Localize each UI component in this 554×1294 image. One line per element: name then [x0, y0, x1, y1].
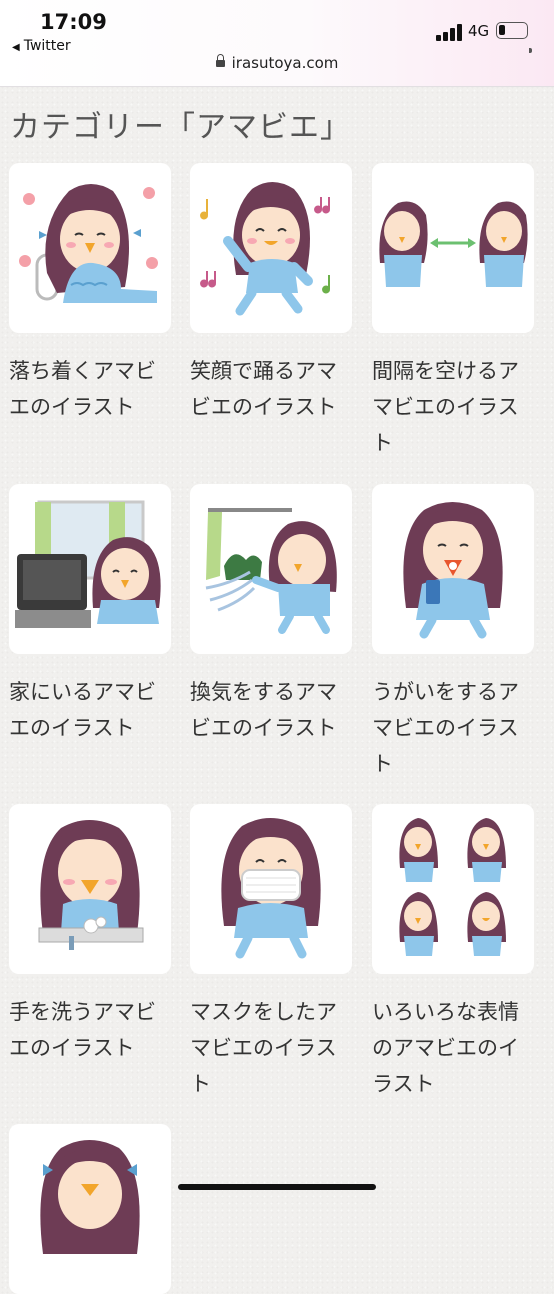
back-to-app-link[interactable]: ◀ Twitter: [12, 38, 71, 54]
battery-icon: [496, 22, 532, 53]
amabie-illustration[interactable]: [190, 484, 352, 654]
status-time: 17:09: [40, 10, 107, 34]
home-indicator[interactable]: [178, 1184, 376, 1190]
signal-strength-icon: [436, 24, 464, 41]
item-caption[interactable]: 手を洗うアマビエのイラスト: [9, 994, 171, 1066]
address-bar[interactable]: irasutoya.com: [0, 54, 554, 72]
back-app-label: Twitter: [23, 38, 71, 54]
item-caption[interactable]: うがいをするアマビエのイラスト: [372, 674, 534, 782]
item-card[interactable]: うがいをするアマビエのイラスト: [372, 484, 534, 782]
item-caption[interactable]: マスクをしたアマビエのイラスト: [190, 994, 352, 1102]
back-arrow-icon: ◀: [12, 42, 20, 53]
url-text: irasutoya.com: [231, 54, 339, 72]
item-caption[interactable]: いろいろな表情のアマビエのイラスト: [372, 994, 534, 1102]
amabie-illustration[interactable]: [9, 484, 171, 654]
item-card[interactable]: いろいろな表情のアマビエのイラスト: [372, 804, 534, 1102]
lock-icon: [215, 54, 225, 67]
item-card[interactable]: 換気をするアマビエのイラスト: [190, 484, 352, 746]
item-card[interactable]: 笑顔で踊るアマビエのイラスト: [190, 163, 352, 425]
amabie-illustration[interactable]: [190, 804, 352, 974]
amabie-illustration[interactable]: [372, 804, 534, 974]
item-card[interactable]: 手を洗うアマビエのイラスト: [9, 804, 171, 1066]
network-type: 4G: [468, 22, 490, 40]
item-caption[interactable]: 落ち着くアマビエのイラスト: [9, 353, 171, 425]
item-card[interactable]: [9, 1124, 171, 1294]
item-caption[interactable]: 家にいるアマビエのイラスト: [9, 674, 171, 746]
amabie-illustration[interactable]: [190, 163, 352, 333]
item-card[interactable]: マスクをしたアマビエのイラスト: [190, 804, 352, 1102]
amabie-illustration[interactable]: [9, 1124, 171, 1294]
status-bar: 17:09 ◀ Twitter 4G irasutoya.com: [0, 0, 554, 87]
amabie-illustration[interactable]: [9, 804, 171, 974]
item-card[interactable]: 家にいるアマビエのイラスト: [9, 484, 171, 746]
item-caption[interactable]: 笑顔で踊るアマビエのイラスト: [190, 353, 352, 425]
page-title: カテゴリー「アマビエ」: [10, 110, 351, 145]
item-caption[interactable]: 間隔を空けるアマビエのイラスト: [372, 353, 534, 461]
amabie-illustration[interactable]: [9, 163, 171, 333]
amabie-illustration[interactable]: [372, 163, 534, 333]
item-caption[interactable]: 換気をするアマビエのイラスト: [190, 674, 352, 746]
item-card[interactable]: 間隔を空けるアマビエのイラスト: [372, 163, 534, 461]
amabie-illustration[interactable]: [372, 484, 534, 654]
item-card[interactable]: 落ち着くアマビエのイラスト: [9, 163, 171, 425]
